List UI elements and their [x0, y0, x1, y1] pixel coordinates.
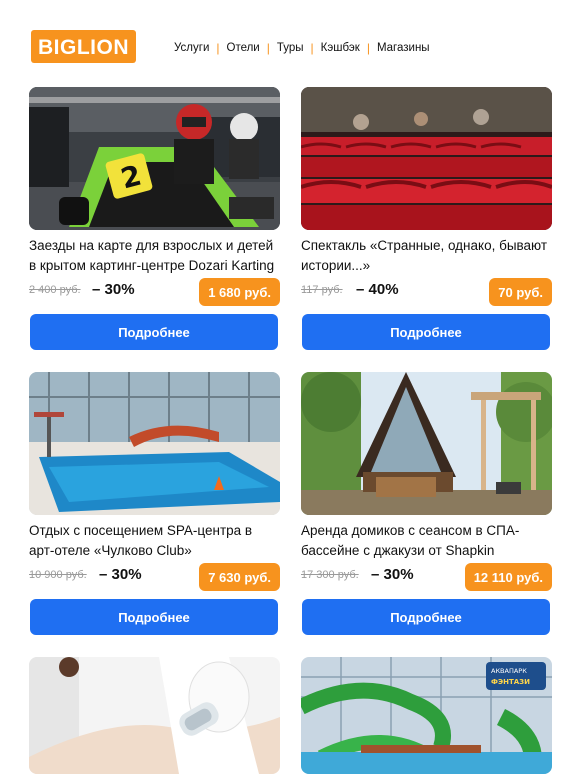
- details-button[interactable]: Подробнее: [302, 314, 550, 350]
- aquapark-image: АКВАПАРК ФЭНТАЗИ: [301, 657, 552, 774]
- details-button[interactable]: Подробнее: [30, 599, 278, 635]
- price-badge: 1 680 руб.: [199, 278, 280, 306]
- nav-item-services[interactable]: Услуги: [174, 42, 209, 54]
- deal-title[interactable]: Отдых с посещением SPA-центра в арт-отел…: [29, 521, 280, 561]
- indoor-pool-photo[interactable]: [29, 372, 280, 515]
- aquapark-sign-text: АКВАПАРК: [491, 667, 527, 675]
- price-badge: 12 110 руб.: [464, 563, 552, 591]
- cabin-image: [301, 372, 552, 515]
- nav-separator: |: [366, 41, 370, 55]
- deal-card-karting: 2 Заезды на карте для взрослых и детей в…: [29, 87, 280, 350]
- price-badge: 70 руб.: [489, 278, 552, 306]
- deal-title[interactable]: Заезды на карте для взрослых и детей в к…: [29, 236, 280, 276]
- nav-separator: |: [266, 41, 270, 55]
- old-price: 117 руб.: [301, 284, 343, 296]
- theatre-image: [301, 87, 552, 230]
- old-price: 10 900 руб.: [29, 569, 87, 581]
- deal-card-theatre: Спектакль «Странные, однако, бывают исто…: [301, 87, 552, 350]
- karting-image: 2: [29, 87, 280, 230]
- price-badge: 7 630 руб.: [199, 563, 280, 591]
- a-frame-cabin-photo[interactable]: [301, 372, 552, 515]
- deal-title[interactable]: Аренда домиков с сеансом в СПА-бассейне …: [301, 521, 552, 561]
- aquapark-photo[interactable]: АКВАПАРК ФЭНТАЗИ: [301, 657, 552, 774]
- spa-massage-photo[interactable]: [29, 657, 280, 774]
- nav-item-cashback[interactable]: Кэшбэк: [321, 42, 360, 54]
- old-price: 2 400 руб.: [29, 284, 81, 296]
- deal-card-spa-massage: [29, 657, 280, 774]
- discount-label: – 40%: [356, 281, 399, 298]
- discount-label: – 30%: [371, 566, 414, 583]
- karting-photo[interactable]: 2: [29, 87, 280, 230]
- massage-image: [29, 657, 280, 774]
- nav-item-tours[interactable]: Туры: [277, 42, 304, 54]
- deal-card-cabins: Аренда домиков с сеансом в СПА-бассейне …: [301, 372, 552, 635]
- header: BIGLION Услуги | Отели | Туры | Кэшбэк |…: [0, 0, 580, 80]
- deal-card-spa-center: Отдых с посещением SPA-центра в арт-отел…: [29, 372, 280, 635]
- discount-label: – 30%: [99, 566, 142, 583]
- nav-separator: |: [216, 41, 220, 55]
- logo-text: BIGLION: [38, 35, 129, 59]
- details-button[interactable]: Подробнее: [30, 314, 278, 350]
- nav-separator: |: [310, 41, 314, 55]
- pool-image: [29, 372, 280, 515]
- biglion-logo[interactable]: BIGLION: [31, 30, 136, 63]
- svg-text:ФЭНТАЗИ: ФЭНТАЗИ: [491, 678, 530, 686]
- nav-item-shops[interactable]: Магазины: [377, 42, 430, 54]
- nav-item-hotels[interactable]: Отели: [227, 42, 260, 54]
- discount-label: – 30%: [92, 281, 135, 298]
- deal-card-aquapark: АКВАПАРК ФЭНТАЗИ: [301, 657, 552, 774]
- details-button[interactable]: Подробнее: [302, 599, 550, 635]
- theatre-seats-photo[interactable]: [301, 87, 552, 230]
- top-nav: Услуги | Отели | Туры | Кэшбэк | Магазин…: [174, 41, 430, 55]
- deal-title[interactable]: Спектакль «Странные, однако, бывают исто…: [301, 236, 552, 276]
- old-price: 17 300 руб.: [301, 569, 359, 581]
